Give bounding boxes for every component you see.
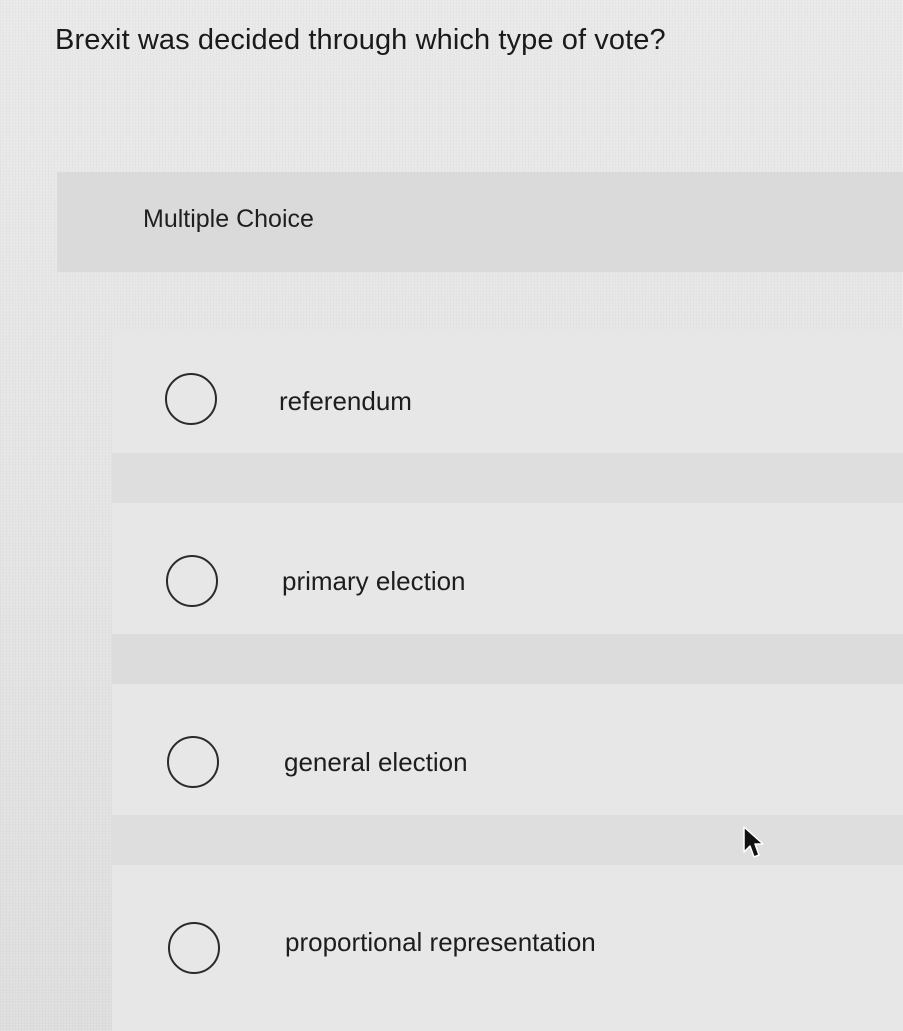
answer-options-list: referendum primary election general elec… xyxy=(112,330,903,1031)
answer-option-label: primary election xyxy=(282,566,466,596)
answer-option-label: referendum xyxy=(279,386,412,416)
mouse-pointer-icon xyxy=(743,826,764,858)
radio-unselected-icon[interactable] xyxy=(165,373,217,425)
option-row-background xyxy=(112,453,903,503)
answer-option[interactable]: proportional representation xyxy=(112,874,903,1009)
answer-option-label: general election xyxy=(284,747,468,777)
radio-unselected-icon[interactable] xyxy=(167,736,219,788)
question-text: Brexit was decided through which type of… xyxy=(55,24,666,56)
answer-option[interactable]: primary election xyxy=(112,511,903,684)
answer-option[interactable]: referendum xyxy=(112,330,903,503)
radio-unselected-icon[interactable] xyxy=(166,555,218,607)
option-row-background xyxy=(112,634,903,684)
answer-option[interactable]: general election xyxy=(112,692,903,865)
answer-option-label: proportional representation xyxy=(285,927,596,957)
multiple-choice-label: Multiple Choice xyxy=(143,205,314,233)
option-row-background xyxy=(112,815,903,865)
radio-unselected-icon[interactable] xyxy=(168,922,220,974)
